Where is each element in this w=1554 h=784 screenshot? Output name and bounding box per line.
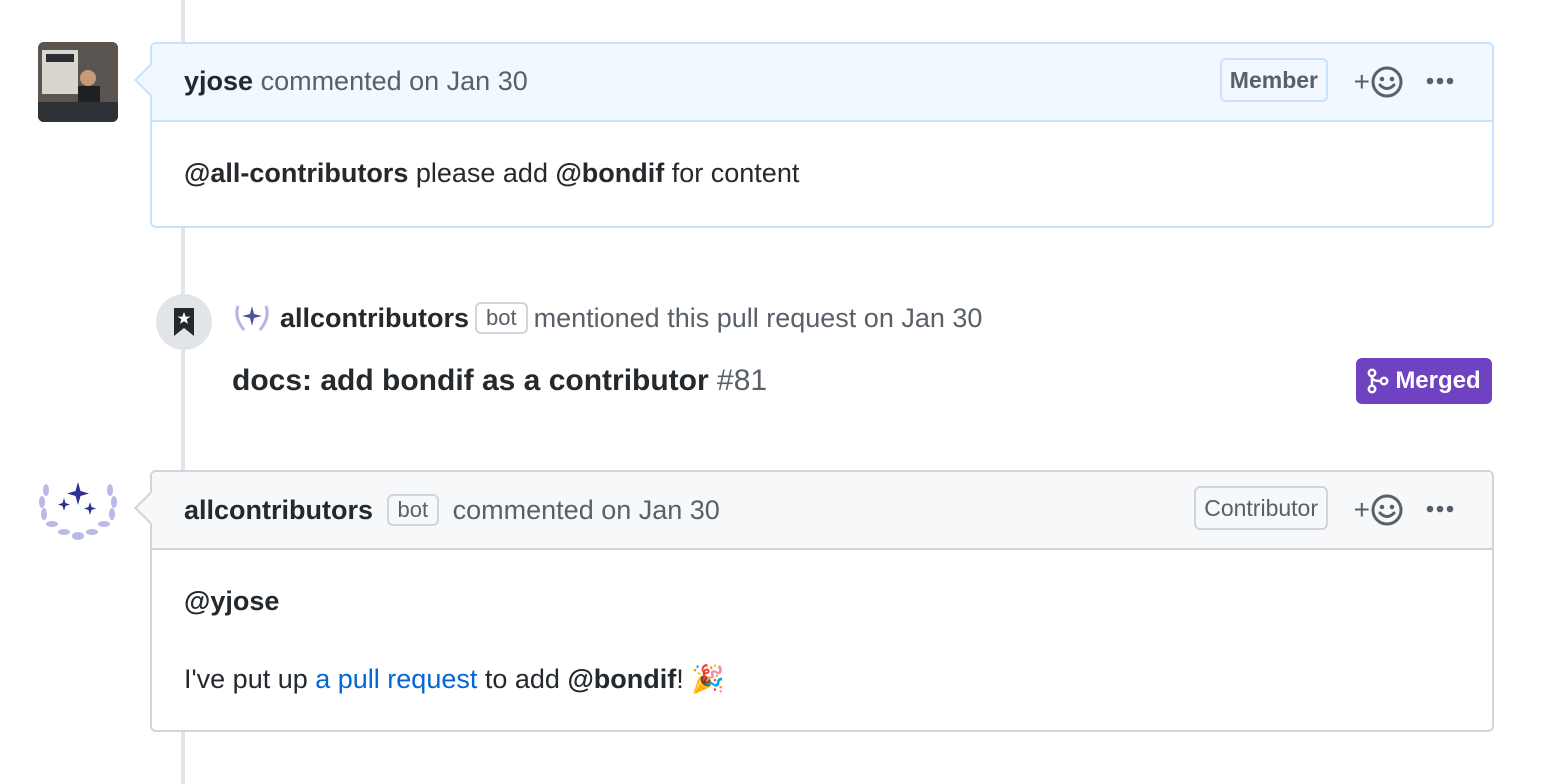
mention-link[interactable]: @all-contributors xyxy=(184,158,408,188)
event-action: mentioned this pull request on Jan 30 xyxy=(533,302,983,333)
role-badge: Member xyxy=(1219,58,1328,102)
comment-allcontributors: allcontributors bot commented on Jan 30 … xyxy=(134,470,1494,732)
add-reaction-button[interactable]: + xyxy=(1354,62,1404,102)
git-merge-icon xyxy=(1367,368,1389,394)
comment-body: @all-contributors please add @bondif for… xyxy=(184,158,800,188)
bot-badge: bot xyxy=(475,302,528,334)
bot-badge: bot xyxy=(386,494,440,526)
comment-header: allcontributors bot commented on Jan 30 … xyxy=(134,472,1492,550)
pr-number[interactable]: #81 xyxy=(717,364,767,397)
mention-link[interactable]: @bondif xyxy=(555,158,664,188)
event-meta: allcontributors bot mentioned this pull … xyxy=(232,302,982,334)
comment-meta: allcontributors bot commented on Jan 30 xyxy=(184,494,720,526)
comment-yjose: yjose commented on Jan 30 Member + @all-… xyxy=(134,42,1494,228)
kebab-horizontal-icon xyxy=(1426,77,1454,85)
comment-header: yjose commented on Jan 30 Member + xyxy=(134,44,1492,122)
mention-link[interactable]: @yjose xyxy=(184,586,279,616)
smiley-icon xyxy=(1371,494,1403,526)
add-reaction-button[interactable]: + xyxy=(1354,490,1404,530)
pull-request-link[interactable]: a pull request xyxy=(315,664,477,694)
avatar[interactable] xyxy=(38,480,118,542)
comment-action[interactable]: commented on Jan 30 xyxy=(453,495,720,525)
pr-title-link[interactable]: docs: add bondif as a contributor #81 xyxy=(232,364,767,398)
author-link[interactable]: yjose xyxy=(184,66,253,96)
comment-action[interactable]: commented on Jan 30 xyxy=(261,66,528,96)
kebab-horizontal-icon xyxy=(1426,505,1454,513)
more-options-button[interactable] xyxy=(1426,494,1454,524)
merged-status-badge: Merged xyxy=(1356,358,1492,404)
smiley-icon xyxy=(1371,66,1403,98)
role-badge: Contributor xyxy=(1194,486,1328,530)
mention-link[interactable]: @bondif xyxy=(567,664,676,694)
comment-body: @yjose I've put up a pull request to add… xyxy=(184,586,725,694)
more-options-button[interactable] xyxy=(1426,66,1454,96)
allcontributors-avatar[interactable] xyxy=(232,302,272,334)
author-link[interactable]: allcontributors xyxy=(280,303,469,334)
bookmark-icon xyxy=(156,294,212,350)
avatar[interactable] xyxy=(38,42,118,122)
author-link[interactable]: allcontributors xyxy=(184,495,373,525)
comment-meta: yjose commented on Jan 30 xyxy=(184,66,528,97)
party-emoji: ! 🎉 xyxy=(676,664,725,694)
